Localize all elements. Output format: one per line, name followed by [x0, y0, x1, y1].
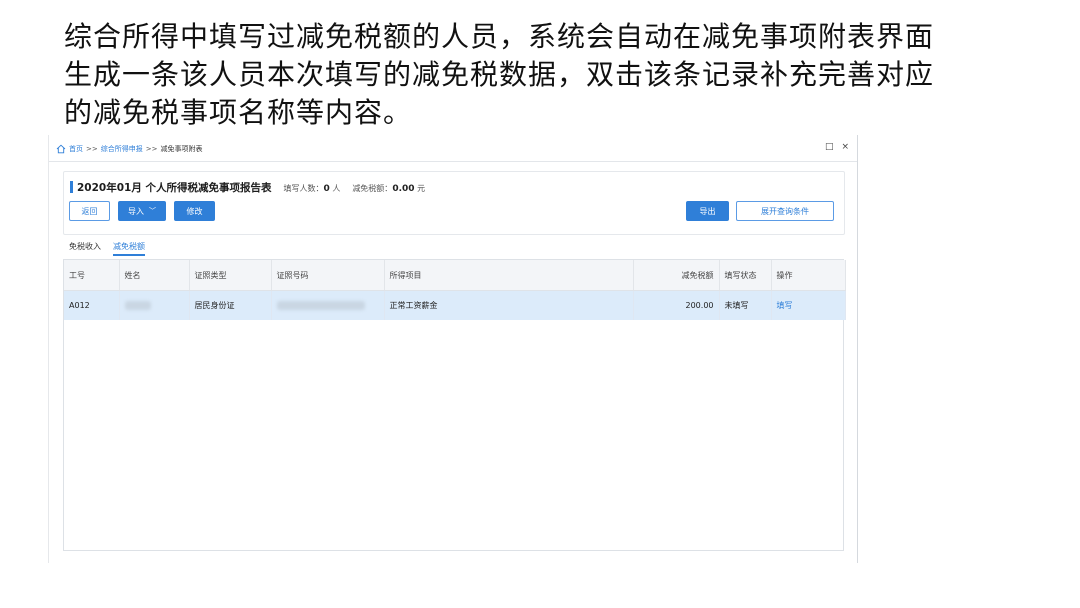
caption-line-2: 生成一条该人员本次填写的减免税数据，双击该条记录补充完善对应 [64, 58, 935, 91]
data-table: 工号 姓名 证照类型 证照号码 所得项目 减免税额 填写状态 操作 A012 居… [63, 259, 846, 551]
table-row[interactable]: A012 居民身份证 正常工资薪金 200.00 未填写 填写 [64, 290, 846, 320]
import-button-label: 导入 [128, 206, 144, 216]
column-header-name[interactable]: 姓名 [119, 260, 190, 291]
expand-query-button[interactable]: 展开查询条件 [736, 201, 834, 221]
filled-count-value: 0 [323, 184, 330, 194]
cell-id-number [271, 290, 385, 320]
chevron-down-icon: ﹀ [149, 207, 156, 215]
import-button[interactable]: 导入 ﹀ [118, 201, 166, 221]
caption-line-3: 的减免税事项名称等内容。 [64, 96, 413, 129]
tax-reduction-unit: 元 [417, 184, 426, 193]
edit-button[interactable]: 修改 [174, 201, 215, 221]
column-header-reduction-amount[interactable]: 减免税额 [633, 260, 720, 291]
breadcrumb-separator: >> [145, 145, 158, 153]
caption-line-1: 综合所得中填写过减免税额的人员，系统会自动在减免事项附表界面 [64, 20, 935, 53]
tax-reduction-stat: 减免税额：0.00 元 [352, 183, 425, 194]
redacted-name [124, 301, 151, 310]
breadcrumb-comprehensive-income[interactable]: 综合所得申报 [101, 144, 143, 154]
cell-name [119, 290, 190, 320]
tax-reduction-value: 0.00 [392, 184, 415, 194]
breadcrumb-current-page: 减免事项附表 [160, 145, 203, 153]
breadcrumb: 首页 >> 综合所得申报 >> 减免事项附表 □ × [49, 137, 857, 162]
tab-tax-reduction-amount[interactable]: 减免税额 [113, 241, 145, 256]
filled-count-stat: 填写人数：0 人 [284, 183, 341, 194]
column-header-id-type[interactable]: 证照类型 [189, 260, 272, 291]
report-header-panel: 2020年01月 个人所得税减免事项报告表 填写人数：0 人 减免税额：0.00… [63, 171, 845, 235]
cell-employee-id: A012 [64, 290, 120, 320]
filled-count-label: 填写人数： [283, 184, 324, 193]
filled-count-unit: 人 [332, 184, 341, 193]
back-button[interactable]: 返回 [69, 201, 110, 221]
tab-bar: 免税收入 减免税额 [69, 241, 157, 256]
cell-income-item: 正常工资薪金 [384, 290, 634, 320]
tab-tax-exempt-income[interactable]: 免税收入 [69, 241, 101, 256]
breadcrumb-separator: >> [86, 145, 98, 153]
page-title: 2020年01月 个人所得税减免事项报告表 [77, 182, 272, 194]
close-icon[interactable]: × [841, 142, 849, 152]
export-button[interactable]: 导出 [686, 201, 729, 221]
column-header-actions: 操作 [771, 260, 846, 291]
fill-in-link[interactable]: 填写 [771, 290, 846, 320]
app-window: 首页 >> 综合所得申报 >> 减免事项附表 □ × 2020年01月 个人所得… [48, 135, 858, 563]
home-icon[interactable] [56, 144, 66, 154]
cell-fill-status: 未填写 [719, 290, 772, 320]
slide-caption: 综合所得中填写过减免税额的人员，系统会自动在减免事项附表界面 生成一条该人员本次… [64, 18, 1024, 132]
column-header-fill-status[interactable]: 填写状态 [719, 260, 772, 291]
report-title-row: 2020年01月 个人所得税减免事项报告表 填写人数：0 人 减免税额：0.00… [70, 179, 425, 195]
window-controls: □ × [825, 142, 849, 152]
tax-reduction-label: 减免税额： [352, 184, 393, 193]
redacted-id-number [276, 301, 365, 310]
column-header-employee-id[interactable]: 工号 [64, 260, 120, 291]
cell-id-type: 居民身份证 [189, 290, 272, 320]
breadcrumb-home[interactable]: 首页 [69, 144, 83, 154]
table-header-row: 工号 姓名 证照类型 证照号码 所得项目 减免税额 填写状态 操作 [64, 260, 846, 291]
restore-icon[interactable]: □ [825, 142, 834, 152]
cell-reduction-amount: 200.00 [633, 290, 720, 320]
column-header-id-number[interactable]: 证照号码 [271, 260, 385, 291]
column-header-income-item[interactable]: 所得项目 [384, 260, 634, 291]
title-accent-bar [70, 181, 73, 193]
